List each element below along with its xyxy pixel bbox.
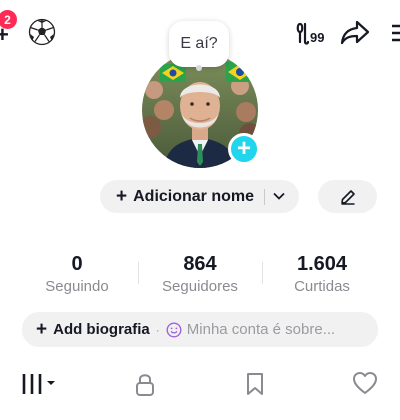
stat-divider bbox=[138, 262, 139, 284]
heart-icon[interactable] bbox=[352, 372, 378, 396]
add-name-button[interactable]: + Adicionar nome bbox=[100, 180, 299, 213]
plus-icon: + bbox=[116, 185, 128, 207]
bio-placeholder: Minha conta é sobre... bbox=[186, 321, 336, 338]
stat-followers[interactable]: 864 Seguidores bbox=[140, 253, 260, 295]
lock-icon[interactable] bbox=[134, 372, 156, 396]
svg-text:99: 99 bbox=[310, 30, 324, 45]
bio-button[interactable]: + Add biografia · Minha conta é sobre... bbox=[22, 312, 378, 347]
stat-following[interactable]: 0 Seguindo bbox=[17, 253, 137, 295]
videos-grid-icon[interactable] bbox=[20, 372, 58, 396]
stat-label: Seguidores bbox=[162, 278, 238, 295]
avatar-status-bubble[interactable]: E aí? bbox=[169, 21, 229, 67]
bookmark-icon[interactable] bbox=[244, 372, 266, 396]
share-icon[interactable] bbox=[340, 18, 370, 46]
soccer-ball-icon[interactable] bbox=[28, 18, 56, 46]
notification-badge: 2 bbox=[0, 10, 17, 29]
stat-label: Curtidas bbox=[294, 278, 350, 295]
add-bio-label: Add biografia bbox=[53, 321, 150, 338]
stat-label: Seguindo bbox=[45, 278, 109, 295]
bubble-tail bbox=[196, 65, 202, 71]
stat-value: 1.604 bbox=[296, 253, 348, 275]
divider bbox=[264, 189, 265, 205]
stat-value: 864 bbox=[183, 253, 217, 275]
pencil-icon bbox=[340, 189, 355, 205]
separator-dot: · bbox=[155, 322, 160, 337]
plus-icon: + bbox=[236, 135, 251, 162]
stat-value: 0 bbox=[71, 253, 83, 275]
badge-99-icon[interactable]: 99 bbox=[296, 20, 332, 46]
chevron-down-icon[interactable] bbox=[272, 190, 286, 202]
menu-icon[interactable] bbox=[392, 22, 400, 44]
add-photo-button[interactable]: + bbox=[228, 133, 260, 165]
stat-likes[interactable]: 1.604 Curtidas bbox=[262, 253, 382, 295]
smile-icon bbox=[166, 321, 182, 338]
edit-profile-button[interactable] bbox=[318, 180, 377, 213]
add-name-label: Adicionar nome bbox=[133, 187, 255, 205]
plus-icon: + bbox=[36, 318, 48, 340]
